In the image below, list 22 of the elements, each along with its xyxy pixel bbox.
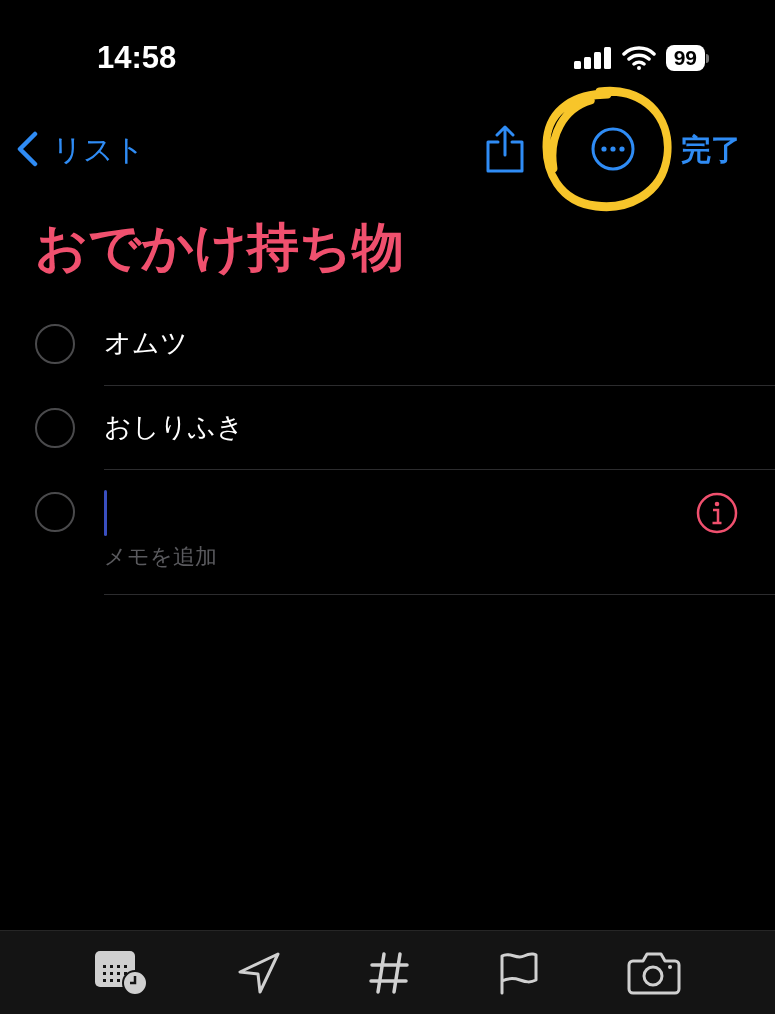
signal-icon	[573, 47, 612, 69]
back-button[interactable]: リスト	[16, 126, 145, 172]
status-time: 14:58	[97, 38, 177, 77]
camera-icon[interactable]	[626, 950, 681, 995]
text-cursor	[104, 490, 107, 536]
battery-indicator: 99	[665, 45, 709, 71]
info-icon[interactable]	[696, 492, 738, 534]
checkbox[interactable]	[35, 408, 75, 448]
checkbox[interactable]	[35, 492, 75, 532]
more-icon[interactable]	[591, 127, 635, 171]
done-button[interactable]: 完了	[681, 126, 741, 172]
flag-icon[interactable]	[498, 950, 539, 995]
reminder-text[interactable]: オムツ	[104, 323, 188, 364]
list-title: おでかけ持ち物	[34, 217, 405, 278]
checkbox[interactable]	[35, 324, 75, 364]
calendar-clock-icon[interactable]	[94, 949, 149, 996]
location-arrow-icon[interactable]	[236, 950, 281, 995]
wifi-icon	[621, 46, 656, 70]
hashtag-icon[interactable]	[369, 950, 410, 995]
back-chevron-icon[interactable]	[16, 131, 38, 167]
reminder-text[interactable]: おしりふき	[104, 407, 244, 448]
share-icon[interactable]	[485, 125, 525, 173]
